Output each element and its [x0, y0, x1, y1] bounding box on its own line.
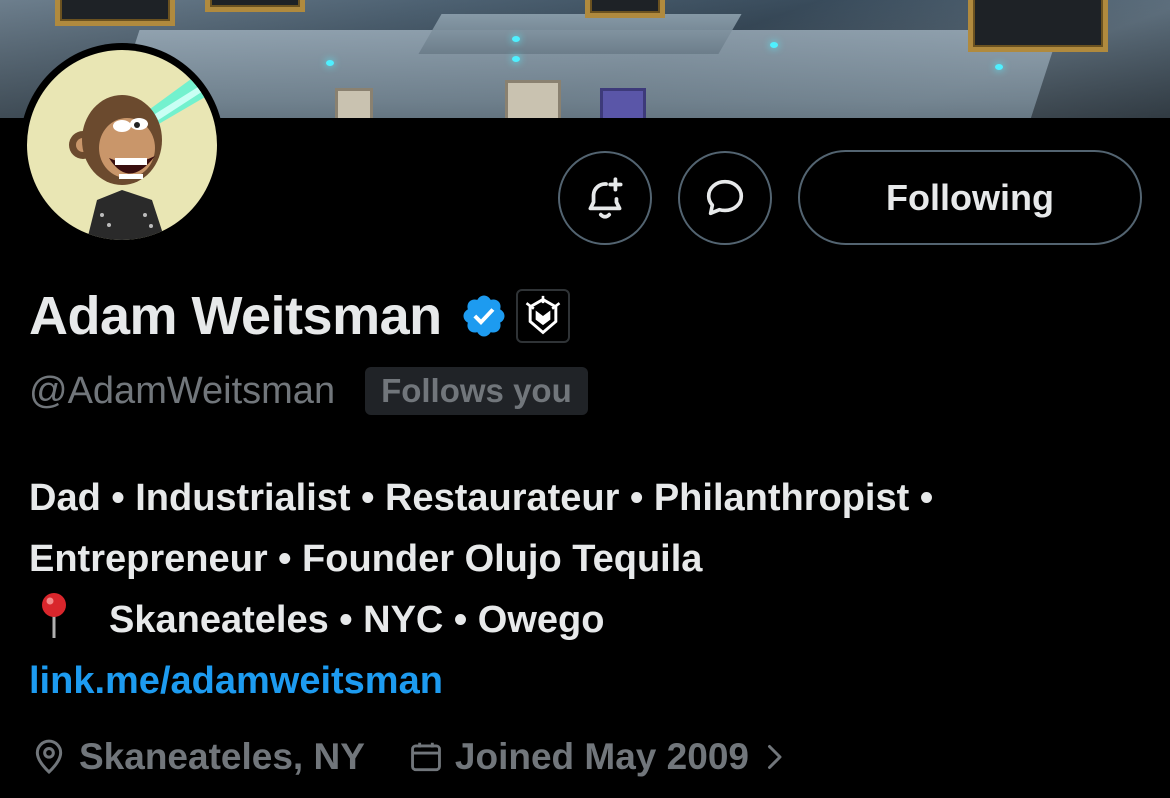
follows-you-badge: Follows you — [365, 367, 588, 415]
location-text: Skaneateles, NY — [79, 736, 365, 777]
calendar-icon — [411, 742, 441, 772]
banner-light — [326, 60, 334, 66]
joined-text: Joined May 2009 — [454, 736, 749, 777]
bio-places: Skaneateles • NYC • Owego — [109, 599, 605, 641]
location-item: Skaneateles, NY — [29, 736, 365, 778]
following-button[interactable]: Following — [798, 150, 1142, 245]
banner-step — [418, 14, 742, 54]
banner-light — [995, 64, 1003, 70]
profile-meta: Skaneateles, NY Joined May 2009 — [29, 732, 795, 782]
chevron-right-icon — [767, 745, 782, 769]
profile-link[interactable]: link.me/adamweitsman — [29, 660, 443, 702]
banner-light — [512, 56, 520, 62]
banner-light — [770, 42, 778, 48]
bio-line-location: Skaneateles • NYC • Owego — [29, 590, 1149, 651]
bio-line-link: link.me/adamweitsman — [29, 651, 1149, 712]
affiliate-badge[interactable] — [515, 289, 570, 343]
profile-avatar[interactable] — [20, 43, 224, 247]
banner-frame — [585, 0, 665, 18]
profile-bio: Dad • Industrialist • Restaurateur • Phi… — [29, 468, 1149, 712]
user-handle: @AdamWeitsman — [29, 369, 336, 412]
banner-tile — [335, 88, 373, 118]
banner-frame — [205, 0, 305, 12]
bio-line: Entrepreneur • Founder Olujo Tequila — [29, 538, 703, 580]
banner-light — [512, 36, 520, 42]
bio-line: Dad • Industrialist • Restaurateur • Phi… — [29, 477, 934, 519]
banner-frame — [55, 0, 175, 26]
joined-item[interactable]: Joined May 2009 — [407, 736, 795, 778]
handle-row: @AdamWeitsman Follows you — [29, 366, 588, 416]
banner-tile — [505, 80, 561, 118]
name-row: Adam Weitsman — [29, 285, 570, 347]
message-button[interactable] — [678, 151, 772, 245]
banner-frame — [968, 0, 1108, 52]
round-pushpin-icon — [42, 593, 66, 638]
location-pin-icon — [35, 739, 63, 775]
banner-tile — [600, 88, 646, 118]
notify-button[interactable] — [558, 151, 652, 245]
display-name: Adam Weitsman — [29, 286, 442, 346]
avatar-image — [27, 50, 217, 240]
message-bubble-icon — [706, 179, 744, 216]
affiliate-logo-icon — [525, 295, 560, 335]
verified-badge-icon[interactable] — [460, 292, 508, 340]
bell-plus-icon — [588, 177, 623, 219]
